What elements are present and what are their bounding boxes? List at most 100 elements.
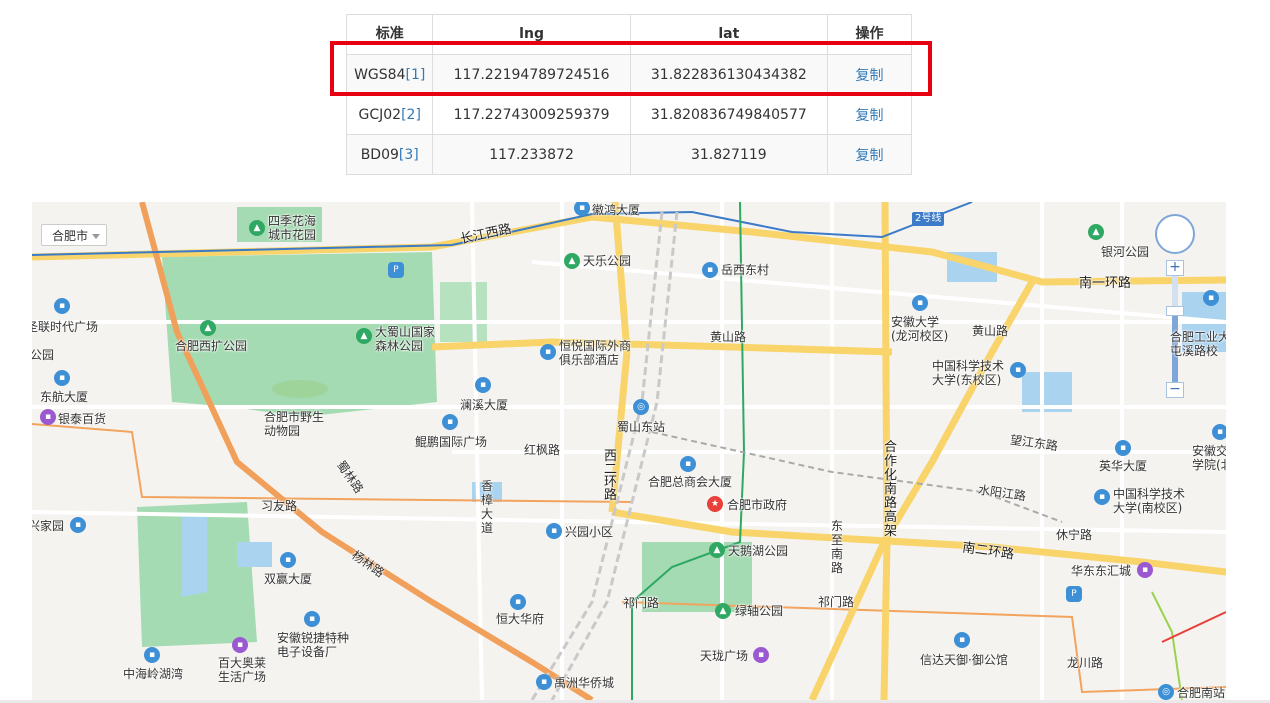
header-lng: lng xyxy=(432,14,631,55)
standard-name: WGS84 xyxy=(354,66,406,83)
road-label: 东 至 南 路 xyxy=(831,519,844,575)
header-lat: lat xyxy=(629,14,828,55)
school-icon: ▪ xyxy=(1010,362,1026,378)
pan-control[interactable] xyxy=(1155,214,1195,254)
map-label: 澜溪大厦 xyxy=(460,398,509,412)
cell-lat: 31.820836749840577 xyxy=(629,94,828,135)
reference-link[interactable]: [3] xyxy=(399,147,419,163)
zoom-slider-thumb[interactable] xyxy=(1166,306,1184,316)
reference-link[interactable]: [1] xyxy=(406,67,426,83)
map-label: 银河公园 xyxy=(1101,245,1150,259)
map-label: 安徽锐捷特种 电子设备厂 xyxy=(277,631,350,659)
map-label: 合肥西扩公园 xyxy=(175,339,248,353)
map-label: 合肥总商会大厦 xyxy=(648,475,733,489)
map-label: 天鹅湖公园 xyxy=(728,544,789,558)
map-label: 大蜀山国家 森林公园 xyxy=(375,325,436,353)
shopping-icon: ▪ xyxy=(1137,562,1153,578)
map-label: 中国科学技术 大学(东校区) xyxy=(932,359,1005,387)
railway-station-icon: ◎ xyxy=(1158,684,1174,700)
cell-standard: BD09[3] xyxy=(345,134,434,175)
lake-zhonghai xyxy=(182,512,207,597)
shopping-icon: ▪ xyxy=(40,409,56,425)
road-label: 休宁路 xyxy=(1056,528,1093,542)
map-label: 百大奥莱 生活广场 xyxy=(218,656,267,684)
park-icon: ▲ xyxy=(564,253,580,269)
shopping-icon: ▪ xyxy=(232,637,248,653)
road-label: 黄山路 xyxy=(710,330,747,344)
map-label: 岳西东村 xyxy=(721,263,770,277)
map-label: 徽鸿大厦 xyxy=(592,203,641,217)
hotel-icon: ▪ xyxy=(540,344,556,360)
school-icon: ▪ xyxy=(912,295,928,311)
building-icon: ▪ xyxy=(680,456,696,472)
cell-action: 复制 xyxy=(826,94,913,135)
road-label: 祁门路 xyxy=(623,596,660,610)
metro-station-icon: ◎ xyxy=(633,399,649,415)
metro-line-badge: 2号线 xyxy=(912,212,945,226)
road-label: 祁门路 xyxy=(818,595,855,609)
shopping-icon: ▪ xyxy=(753,647,769,663)
map-label: 公园 xyxy=(32,348,55,362)
map-label: 合肥工业大 屯溪路校 xyxy=(1170,330,1226,358)
coordinate-table: 标准 lng lat 操作 WGS84[1] 117.2219478972451… xyxy=(345,14,913,175)
map-label: 双赢大厦 xyxy=(264,572,313,586)
map-label: 鲲鹏国际广场 xyxy=(415,435,488,449)
parking-icon: P xyxy=(1066,586,1082,602)
map-label: 四季花海 城市花园 xyxy=(268,214,317,242)
cell-standard: GCJ02[2] xyxy=(345,94,434,135)
water-2 xyxy=(237,542,272,567)
building-icon: ▪ xyxy=(54,370,70,386)
map-label: 兴园小区 xyxy=(565,525,614,539)
school-icon: ▪ xyxy=(1212,424,1226,440)
building-icon: ▪ xyxy=(280,552,296,568)
table-row-gcj02: GCJ02[2] 117.22743009259379 31.820836749… xyxy=(345,94,913,135)
cell-standard: WGS84[1] xyxy=(345,54,434,95)
road-label: 合 作 化 南 路 高 架 xyxy=(884,440,898,539)
map-label: 英华大厦 xyxy=(1099,459,1148,473)
road-label: 南一环路 xyxy=(1079,276,1132,291)
cell-lng: 117.22743009259379 xyxy=(432,94,631,135)
table-row-bd09: BD09[3] 117.233872 31.827119 复制 xyxy=(345,134,913,175)
map-label: 合肥市政府 xyxy=(727,498,788,512)
map-view[interactable]: 合肥市 + − ▲ ▪ ▲ ▪ P ▲ ▲ ▪ ▪ ▪ ▪ ◎ ▪ ▪ ★ ▪ … xyxy=(32,202,1226,700)
map-label: 蜀山东站 xyxy=(617,420,666,434)
city-select-label: 合肥市 xyxy=(52,229,89,243)
map-label: 恒大华府 xyxy=(496,612,545,626)
map-label: 圣联时代广场 xyxy=(32,320,99,334)
park-icon: ▲ xyxy=(200,320,216,336)
header-standard: 标准 xyxy=(345,14,434,55)
map-label: 安徽大学 (龙河校区) xyxy=(891,315,949,343)
zoom-out-button[interactable]: − xyxy=(1166,382,1184,398)
building-icon: ▪ xyxy=(1115,440,1131,456)
road-label: 习友路 xyxy=(261,499,298,513)
map-label: 银泰百货 xyxy=(58,412,107,426)
park-icon: ▲ xyxy=(709,542,725,558)
park-icon: ▲ xyxy=(249,220,265,236)
reference-link[interactable]: [2] xyxy=(401,107,421,123)
building-icon: ▪ xyxy=(304,611,320,627)
building-icon: ▪ xyxy=(442,414,458,430)
table-header-row: 标准 lng lat 操作 xyxy=(345,14,913,55)
copy-button[interactable]: 复制 xyxy=(855,108,883,124)
copy-button[interactable]: 复制 xyxy=(855,148,883,164)
building-icon: ▪ xyxy=(546,523,562,539)
building-icon: ▪ xyxy=(536,674,552,690)
park-icon: ▲ xyxy=(715,603,731,619)
chevron-down-icon xyxy=(92,234,100,239)
map-label: 东航大厦 xyxy=(40,390,89,404)
copy-button[interactable]: 复制 xyxy=(855,68,883,84)
cell-action: 复制 xyxy=(826,54,913,95)
cell-lng: 117.233872 xyxy=(432,134,631,175)
park-icon: ▲ xyxy=(356,328,372,344)
map-label: 兴家园 xyxy=(32,519,65,533)
map-label: 合肥南站 xyxy=(1177,686,1226,700)
building-icon: ▪ xyxy=(70,517,86,533)
road-label: 西 二 环 路 xyxy=(604,449,618,503)
school-icon: ▪ xyxy=(1203,290,1219,306)
map-label: 绿轴公园 xyxy=(735,604,784,618)
map-label: 禹洲华侨城 xyxy=(554,676,615,690)
parking-icon: P xyxy=(388,262,404,278)
zoom-in-button[interactable]: + xyxy=(1166,260,1184,276)
city-select[interactable]: 合肥市 xyxy=(41,224,107,246)
map-label: 中海岭湖湾 xyxy=(123,667,184,681)
